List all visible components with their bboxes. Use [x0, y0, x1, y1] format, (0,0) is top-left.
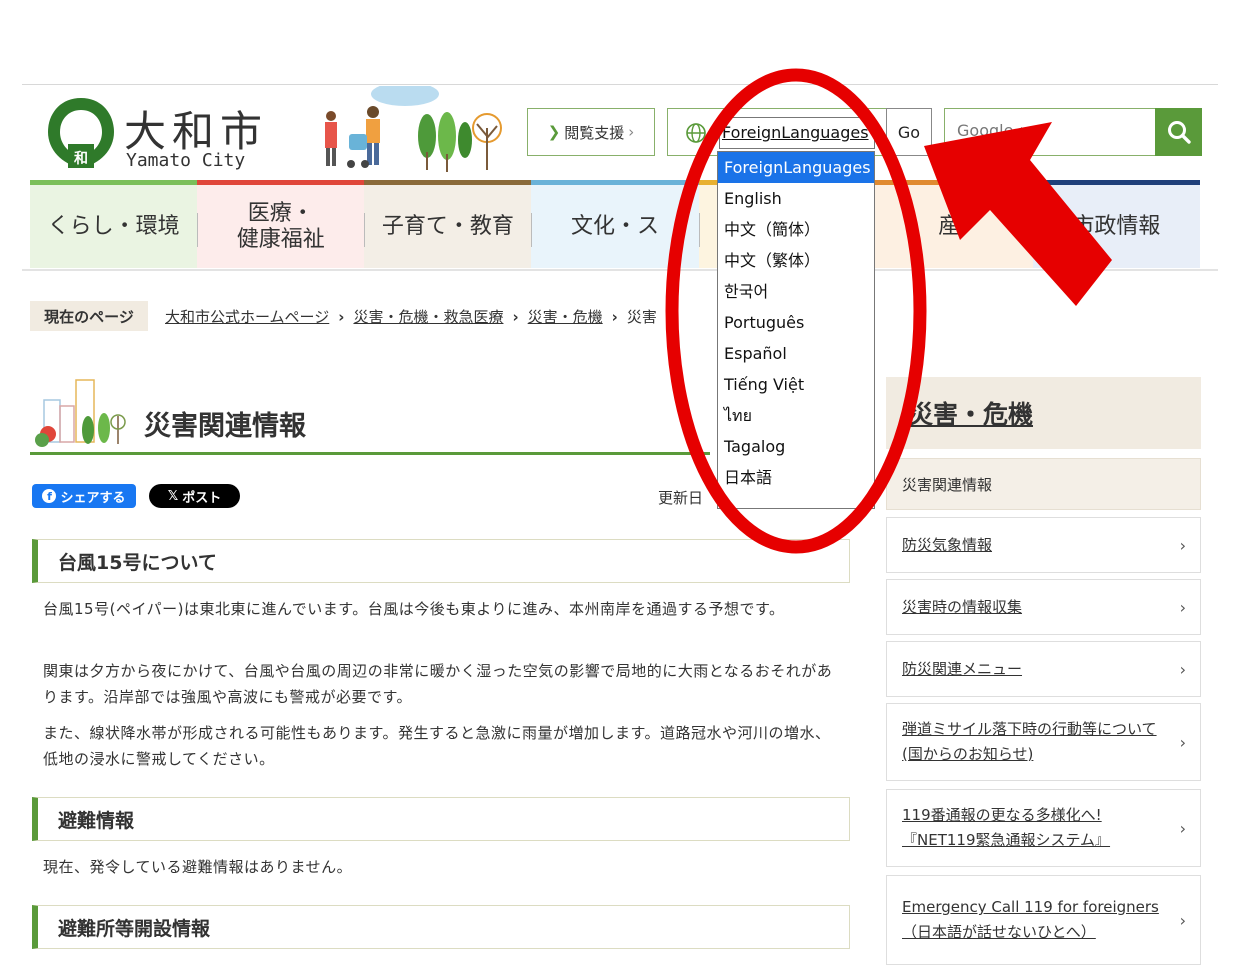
browse-support-label: 閲覧支援	[564, 123, 625, 142]
sidebar-item-label: 防災気象情報	[902, 535, 993, 554]
city-logo-mark[interactable]: 和	[46, 94, 116, 174]
nav-item-label: 市政情報	[1072, 213, 1161, 239]
facebook-share-label: シェアする	[60, 490, 126, 506]
nav-item-1[interactable]: 医療・ 健康福祉	[197, 180, 365, 268]
language-option[interactable]: Português	[718, 307, 874, 338]
sidebar-item-emergency-call[interactable]: Emergency Call 119 for foreigners（日本語が話せ…	[886, 875, 1201, 965]
updated-date-label: 更新日	[658, 489, 704, 507]
global-nav: くらし・環境医療・ 健康福祉子育て・教育文化・スと ちづくり産市政情報	[30, 180, 1200, 268]
nav-item-2[interactable]: 子育て・教育	[364, 180, 532, 268]
section-heading-typhoon: 台風15号について	[32, 539, 850, 583]
chevron-right-icon: ›	[1179, 597, 1186, 617]
nav-bottom-border	[22, 269, 1218, 271]
chevron-right-icon: ›	[1179, 732, 1186, 752]
section-paragraph: また、線状降水帯が形成される可能性もあります。発生すると急激に雨量が増加します。…	[43, 724, 831, 768]
breadcrumb-separator-icon: ›	[338, 308, 345, 326]
search-provider: 提供	[1019, 128, 1040, 139]
nav-item-label: くらし・環境	[47, 213, 180, 239]
header-top-border	[22, 84, 1218, 85]
breadcrumb-separator-icon: ›	[611, 308, 618, 326]
chevron-right-icon: ›	[1179, 659, 1186, 679]
breadcrumb-item[interactable]: 災害・危機	[528, 308, 603, 326]
language-option[interactable]: 한국어	[718, 276, 874, 307]
language-option[interactable]: ไทย	[718, 400, 874, 431]
section-paragraph: 台風15号(ペイパー)は東北東に進んでいます。台風は今後も東よりに進み、本州南岸…	[43, 600, 785, 618]
logo-badge-text: 和	[74, 151, 88, 167]
nav-item-3[interactable]: 文化・ス	[531, 180, 699, 268]
search-placeholder: Google	[957, 121, 1014, 140]
breadcrumb: 大和市公式ホームページ › 災害・危機・救急医療 › 災害・危機 › 災害	[165, 306, 657, 327]
search-button[interactable]	[1155, 108, 1202, 156]
section-heading-shelters: 避難所等開設情報	[32, 905, 850, 949]
nav-item-label: 産	[938, 213, 961, 239]
language-option[interactable]: 中文（繁体）	[718, 245, 874, 276]
nav-item-5[interactable]: 産	[865, 180, 1033, 268]
nav-item-label: 医療・ 健康福祉	[236, 200, 325, 252]
section-paragraph: 現在、発令している避難情報はありません。	[43, 858, 353, 876]
language-dropdown-list: ForeignLanguages English 中文（簡体） 中文（繁体） 한국어 Po…	[717, 151, 875, 509]
sidebar-item-disaster-menu[interactable]: 防災関連メニュー ›	[886, 641, 1201, 697]
nav-item-label: 子育て・教育	[381, 213, 514, 239]
nav-item-6[interactable]: 市政情報	[1032, 180, 1200, 268]
sidebar-item-label: 災害時の情報収集	[902, 597, 1023, 616]
breadcrumb-item[interactable]: 大和市公式ホームページ	[165, 308, 329, 326]
sidebar-item-label: Emergency Call 119 for foreigners（日本語が話せ…	[902, 898, 1159, 941]
search-icon	[1167, 121, 1191, 144]
page-title-illustration	[32, 376, 128, 450]
chevron-right-icon: ›	[1179, 535, 1186, 555]
section-heading-evacuation: 避難情報	[32, 797, 850, 841]
language-select[interactable]: ForeignLanguages	[719, 117, 875, 149]
go-button[interactable]: Go	[886, 108, 932, 156]
sidebar-heading[interactable]: 災害・危機	[886, 377, 1201, 449]
breadcrumb-item[interactable]: 災害・危機・救急医療	[353, 308, 503, 326]
sidebar-item-weather[interactable]: 防災気象情報 ›	[886, 517, 1201, 573]
language-option[interactable]: Tagalog	[718, 431, 874, 462]
language-option[interactable]: English	[718, 183, 874, 214]
section-paragraph: 関東は夕方から夜にかけて、台風や台風の周辺の非常に暖かく湿った空気の影響で局地的…	[43, 662, 833, 706]
sidebar-item-missile[interactable]: 弾道ミサイル落下時の行動等について(国からのお知らせ) ›	[886, 703, 1201, 781]
language-option[interactable]: ForeignLanguages	[718, 152, 874, 183]
nav-item-0[interactable]: くらし・環境	[30, 180, 198, 268]
breadcrumb-separator-icon: ›	[512, 308, 519, 326]
logo-subtitle: Yamato City	[126, 150, 246, 171]
header-illustration	[315, 82, 505, 176]
breadcrumb-current-label: 現在のページ	[30, 301, 148, 331]
sidebar-item-label: 弾道ミサイル落下時の行動等について(国からのお知らせ)	[902, 720, 1157, 763]
nav-item-label: 文化・ス	[570, 213, 659, 239]
sidebar-current-item: 災害関連情報	[886, 458, 1201, 510]
language-option[interactable]: Español	[718, 338, 874, 369]
page-title-underline	[30, 452, 710, 455]
globe-icon	[685, 122, 707, 144]
chevron-right-icon: ›	[1179, 910, 1186, 930]
page-title: 災害関連情報	[144, 411, 306, 442]
language-option[interactable]: 中文（簡体）	[718, 214, 874, 245]
language-option[interactable]: Tiếng Việt	[718, 369, 874, 400]
search-input[interactable]: Google 提供	[944, 108, 1156, 156]
x-post-label: ポスト	[182, 490, 222, 506]
x-post-button[interactable]: 𝕏 ポスト	[149, 484, 240, 508]
sidebar-item-info-gathering[interactable]: 災害時の情報収集 ›	[886, 579, 1201, 635]
language-option[interactable]: 日本語	[718, 462, 874, 493]
sidebar-item-net119[interactable]: 119番通報の更なる多様化へ!『NET119緊急通報システム』 ›	[886, 789, 1201, 867]
x-icon: 𝕏	[167, 488, 179, 504]
sidebar-item-label: 119番通報の更なる多様化へ!『NET119緊急通報システム』	[902, 806, 1111, 849]
browse-support-button[interactable]: ❯ 閲覧支援 ›	[527, 108, 655, 156]
facebook-icon: f	[42, 489, 57, 503]
sidebar-item-label: 防災関連メニュー	[902, 659, 1023, 678]
breadcrumb-item: 災害	[626, 308, 657, 326]
chevron-right-icon: ›	[1179, 818, 1186, 838]
browse-support-icon: ❯	[547, 123, 561, 141]
chevron-right-icon: ›	[628, 123, 635, 141]
facebook-share-button[interactable]: f シェアする	[32, 484, 136, 508]
